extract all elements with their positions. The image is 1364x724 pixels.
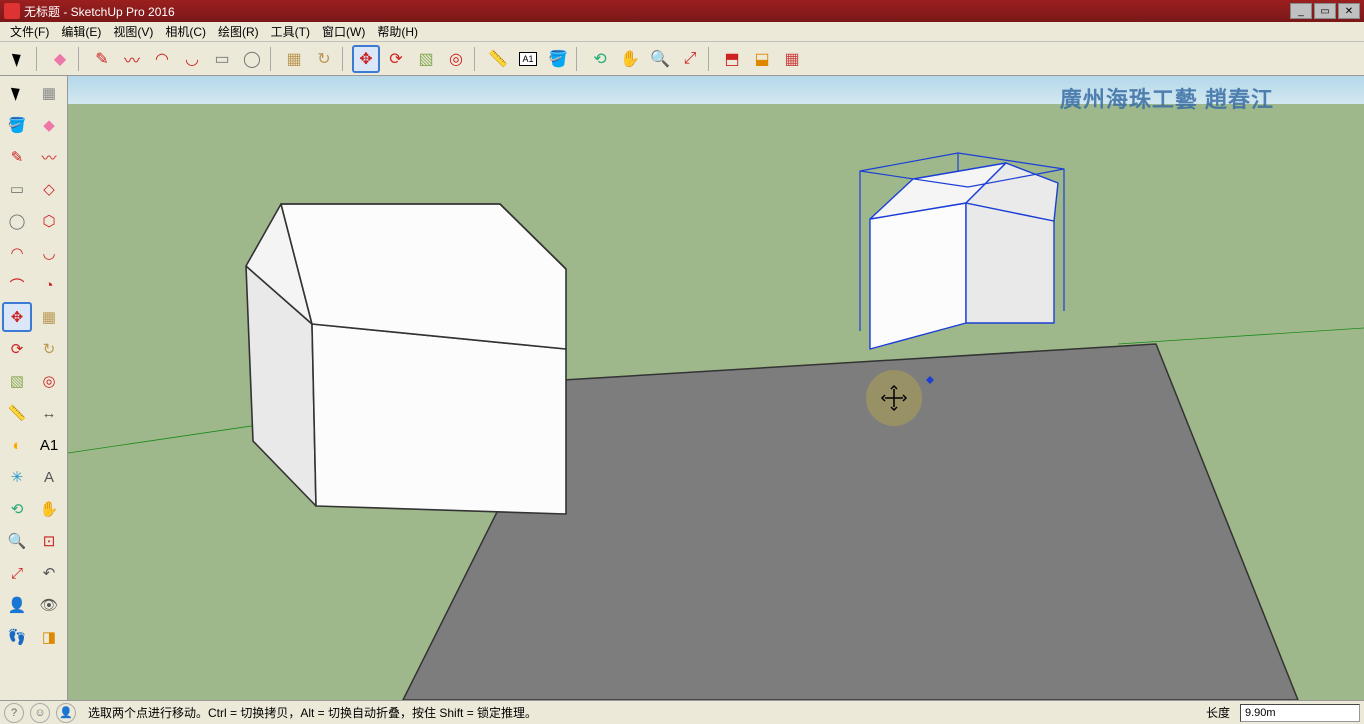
ltool-pie[interactable]: ◔ — [34, 270, 64, 300]
ltool-rotate[interactable]: ⟳ — [2, 334, 32, 364]
ltool-move[interactable]: ✥ — [2, 302, 32, 332]
ltool-protractor[interactable]: ◐ — [2, 430, 32, 460]
tool-pencil[interactable]: ✎ — [88, 45, 116, 73]
menu-item-2[interactable]: 视图(V) — [107, 23, 159, 40]
close-button[interactable]: ✕ — [1338, 3, 1360, 19]
ltool-arc3[interactable]: ⌒ — [2, 270, 32, 300]
ltool-followme[interactable]: ↻ — [34, 334, 64, 364]
ltool-freehand[interactable]: 〰 — [34, 142, 64, 172]
tool-select[interactable] — [4, 45, 32, 73]
length-label: 长度 — [1202, 704, 1234, 721]
menu-item-5[interactable]: 工具(T) — [265, 23, 316, 40]
ltool-zoomwindow[interactable]: ⊡ — [34, 526, 64, 556]
ltool-zoomextents[interactable]: ⤢ — [2, 558, 32, 588]
status-bar: ? ☺ 👤 选取两个点进行移动。Ctrl = 切换拷贝，Alt = 切换自动折叠… — [0, 700, 1364, 724]
ltool-3dtext[interactable]: A — [34, 462, 64, 492]
ltool-select[interactable] — [2, 78, 32, 108]
tool-eraser[interactable]: ◆ — [46, 45, 74, 73]
ltool-zoom[interactable]: 🔍 — [2, 526, 32, 556]
ltool-axes[interactable]: ✳ — [2, 462, 32, 492]
top-toolbar: ◆✎〰◠◡▭◯▦↻✥⟳▧◎📏A1🪣⟲✋🔍⤢⬒⬓▦ — [0, 42, 1364, 76]
ltool-component[interactable]: ▦ — [34, 78, 64, 108]
ltool-eraser[interactable]: ◆ — [34, 110, 64, 140]
ltool-paint[interactable]: 🪣 — [2, 110, 32, 140]
ltool-dimension[interactable]: ↔ — [34, 398, 64, 428]
tool-paint[interactable]: 🪣 — [544, 45, 572, 73]
ltool-arc2[interactable]: ◡ — [34, 238, 64, 268]
menu-item-4[interactable]: 绘图(R) — [212, 23, 265, 40]
tool-rotate[interactable]: ⟳ — [382, 45, 410, 73]
tool-orbit[interactable]: ⟲ — [586, 45, 614, 73]
tool-zoomextents[interactable]: ⤢ — [676, 45, 704, 73]
user-button[interactable]: 👤 — [56, 703, 76, 723]
tool-scale[interactable]: ▧ — [412, 45, 440, 73]
menu-item-3[interactable]: 相机(C) — [159, 23, 212, 40]
menu-item-1[interactable]: 编辑(E) — [55, 23, 107, 40]
ltool-previous[interactable]: ↶ — [34, 558, 64, 588]
tool-circle[interactable]: ◯ — [238, 45, 266, 73]
scene-canvas — [68, 76, 1364, 700]
title-bar: 无标题 - SketchUp Pro 2016 _ ▭ ✕ — [0, 0, 1364, 22]
tool-extensions[interactable]: ▦ — [778, 45, 806, 73]
tool-arc[interactable]: ◠ — [148, 45, 176, 73]
ltool-rotrect[interactable]: ◇ — [34, 174, 64, 204]
ltool-scale[interactable]: ▧ — [2, 366, 32, 396]
tool-warehouse1[interactable]: ⬒ — [718, 45, 746, 73]
viewport-3d[interactable]: 廣州海珠工藝 趙春江 — [68, 76, 1364, 700]
ltool-text[interactable]: A1 — [34, 430, 64, 460]
tool-warehouse2[interactable]: ⬓ — [748, 45, 776, 73]
menu-item-6[interactable]: 窗口(W) — [316, 23, 371, 40]
help-button[interactable]: ? — [4, 703, 24, 723]
length-input[interactable]: 9.90m — [1240, 704, 1360, 722]
window-title: 无标题 - SketchUp Pro 2016 — [24, 3, 1290, 20]
tool-move[interactable]: ✥ — [352, 45, 380, 73]
tool-zoom[interactable]: 🔍 — [646, 45, 674, 73]
ltool-pan[interactable]: ✋ — [34, 494, 64, 524]
ltool-tape[interactable]: 📏 — [2, 398, 32, 428]
maximize-button[interactable]: ▭ — [1314, 3, 1336, 19]
menu-item-7[interactable]: 帮助(H) — [371, 23, 424, 40]
tool-offset[interactable]: ◎ — [442, 45, 470, 73]
ltool-circle[interactable]: ◯ — [2, 206, 32, 236]
ltool-arc[interactable]: ◠ — [2, 238, 32, 268]
minimize-button[interactable]: _ — [1290, 3, 1312, 19]
status-message: 选取两个点进行移动。Ctrl = 切换拷贝，Alt = 切换自动折叠，按住 Sh… — [82, 704, 1196, 721]
tool-pan[interactable]: ✋ — [616, 45, 644, 73]
left-toolbar: ▦🪣◆✎〰▭◇◯⬡◠◡⌒◔✥▦⟳↻▧◎📏↔◐A1✳A⟲✋🔍⊡⤢↶👤👁👣◨ — [0, 76, 68, 700]
ltool-orbit[interactable]: ⟲ — [2, 494, 32, 524]
menu-item-0[interactable]: 文件(F) — [4, 23, 55, 40]
ltool-offset[interactable]: ◎ — [34, 366, 64, 396]
geo-button[interactable]: ☺ — [30, 703, 50, 723]
tool-tape[interactable]: 📏 — [484, 45, 512, 73]
tool-pushpull[interactable]: ▦ — [280, 45, 308, 73]
tool-rectangle[interactable]: ▭ — [208, 45, 236, 73]
tool-arc2[interactable]: ◡ — [178, 45, 206, 73]
ltool-position[interactable]: 👤 — [2, 590, 32, 620]
tool-freehand[interactable]: 〰 — [118, 45, 146, 73]
tool-followme[interactable]: ↻ — [310, 45, 338, 73]
ltool-pushpull[interactable]: ▦ — [34, 302, 64, 332]
ltool-polygon[interactable]: ⬡ — [34, 206, 64, 236]
ltool-pencil[interactable]: ✎ — [2, 142, 32, 172]
app-icon — [4, 3, 20, 19]
ltool-lookaround[interactable]: 👁 — [34, 590, 64, 620]
ltool-walk[interactable]: 👣 — [2, 622, 32, 652]
watermark-text: 廣州海珠工藝 趙春江 — [1060, 82, 1274, 114]
tool-text[interactable]: A1 — [514, 45, 542, 73]
ltool-section[interactable]: ◨ — [34, 622, 64, 652]
menu-bar: 文件(F)编辑(E)视图(V)相机(C)绘图(R)工具(T)窗口(W)帮助(H) — [0, 22, 1364, 42]
ltool-rectangle[interactable]: ▭ — [2, 174, 32, 204]
